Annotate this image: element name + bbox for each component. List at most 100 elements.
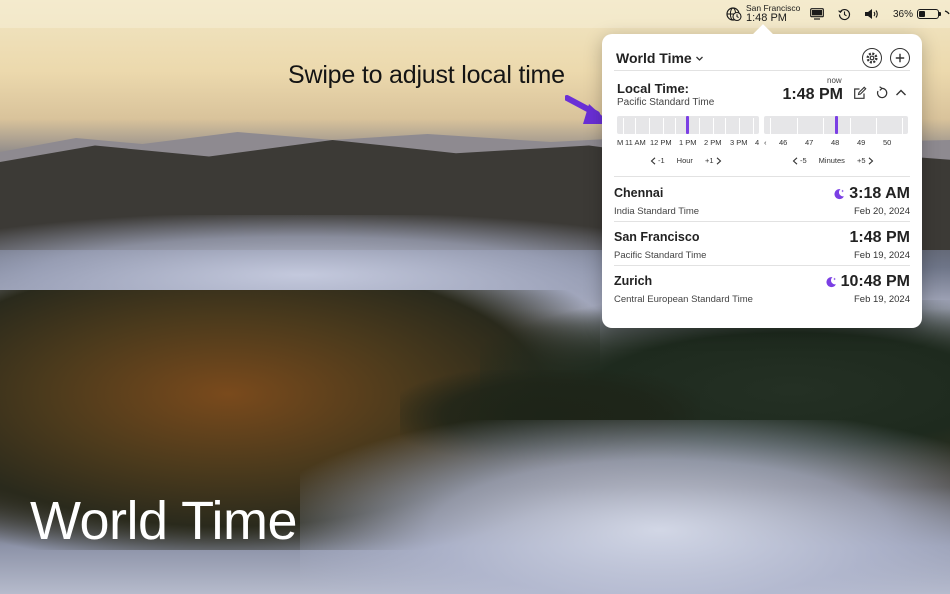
- volume-icon: [865, 9, 878, 19]
- chevron-left-icon[interactable]: [650, 156, 656, 165]
- minute-minus-button[interactable]: -5: [800, 156, 807, 165]
- chevron-right-icon[interactable]: [868, 156, 874, 165]
- swipe-caption: Swipe to adjust local time: [288, 61, 565, 89]
- minute-label: 50: [883, 138, 892, 147]
- city-row-zurich[interactable]: Zurich Central European Standard Time 10…: [614, 266, 910, 310]
- chevron-right-icon[interactable]: [716, 156, 722, 165]
- header-divider: [614, 70, 910, 71]
- hour-label: 3 PM: [730, 138, 748, 147]
- slider-tick: [753, 118, 754, 134]
- popover-header: World Time: [616, 48, 910, 68]
- minute-unit-label: Minutes: [818, 156, 845, 165]
- slider-tick: [663, 118, 664, 134]
- city-row-chennai[interactable]: Chennai India Standard Time 3:18 AM Feb …: [614, 178, 910, 222]
- minute-label: 47: [805, 138, 814, 147]
- slider-tick: [876, 118, 877, 134]
- city-time: 10:48 PM: [825, 273, 910, 291]
- moon-icon: [834, 189, 845, 200]
- world-time-popover: World Time Local Time: Pacific Standard …: [602, 24, 922, 328]
- hour-step-controls: -1 Hour +1: [650, 156, 722, 165]
- local-time-zone: Pacific Standard Time: [617, 97, 715, 108]
- menubar-world-time-value: 1:48 PM: [746, 12, 787, 25]
- slider-tick: [823, 118, 824, 134]
- menubar-history[interactable]: [838, 0, 851, 28]
- city-date: Feb 19, 2024: [854, 294, 910, 305]
- wallpaper-fog-lower: [300, 420, 950, 594]
- city-time: 1:48 PM: [850, 229, 910, 247]
- reset-icon[interactable]: [875, 86, 889, 100]
- minute-label: 49: [857, 138, 866, 147]
- settings-button[interactable]: [862, 48, 882, 68]
- minute-plus-button[interactable]: +5: [857, 156, 866, 165]
- display-icon: [810, 8, 824, 20]
- city-zone: Pacific Standard Time: [614, 250, 707, 261]
- city-time-value: 1:48 PM: [849, 229, 910, 246]
- city-date: Feb 20, 2024: [854, 206, 910, 217]
- globe-clock-icon: [726, 7, 742, 22]
- slider-tick: [649, 118, 650, 134]
- city-name: San Francisco: [614, 230, 700, 244]
- menubar-overflow-icon[interactable]: [944, 0, 950, 28]
- gear-icon: [866, 52, 878, 64]
- minute-label: 48: [831, 138, 840, 147]
- local-time-value: 1:48 PM: [782, 86, 843, 103]
- city-date: Feb 19, 2024: [854, 250, 910, 261]
- local-divider: [614, 176, 910, 177]
- menubar-world-city: San Francisco: [746, 2, 801, 13]
- city-zone: India Standard Time: [614, 206, 700, 217]
- hour-edge-left-label: M: [617, 138, 624, 147]
- slider-tick: [713, 118, 714, 134]
- moon-icon: [826, 277, 836, 288]
- city-time: 3:18 AM: [833, 185, 910, 203]
- menubar-volume[interactable]: [864, 0, 880, 28]
- minute-slider[interactable]: [764, 116, 908, 134]
- city-name: Chennai: [614, 186, 664, 200]
- edit-icon[interactable]: [853, 86, 867, 100]
- battery-icon: [917, 9, 942, 19]
- hour-label: 11 AM: [625, 138, 646, 147]
- hour-label: 2 PM: [704, 138, 722, 147]
- chevron-left-icon[interactable]: [792, 156, 798, 165]
- city-time-value: 10:48 PM: [840, 273, 910, 290]
- slider-tick: [725, 118, 726, 134]
- hour-slider[interactable]: [617, 116, 759, 134]
- hour-plus-button[interactable]: +1: [705, 156, 714, 165]
- hour-slider-marker[interactable]: [686, 116, 689, 134]
- city-zone: Central European Standard Time: [614, 294, 753, 305]
- slider-tick: [699, 118, 700, 134]
- menu-bar: San Francisco 1:48 PM 36%: [0, 0, 950, 28]
- hour-label: 12 PM: [650, 138, 672, 147]
- slider-tick: [770, 118, 771, 134]
- menubar-display[interactable]: [810, 0, 824, 28]
- hero-title: World Time: [30, 491, 298, 551]
- minute-slider-marker[interactable]: [835, 116, 838, 134]
- minute-edge-left-label: ‹: [764, 138, 767, 147]
- add-city-button[interactable]: [890, 48, 910, 68]
- chevron-up-icon[interactable]: [894, 86, 908, 100]
- menubar-battery[interactable]: 36%: [893, 0, 942, 28]
- minute-label: 46: [779, 138, 788, 147]
- hour-label: 1 PM: [679, 138, 697, 147]
- wifi-edge-icon: [944, 10, 950, 15]
- plus-icon: [895, 53, 905, 63]
- battery-percent: 36%: [893, 8, 914, 20]
- slider-tick: [797, 118, 798, 134]
- city-time-value: 3:18 AM: [849, 185, 910, 202]
- city-row-san-francisco[interactable]: San Francisco Pacific Standard Time 1:48…: [614, 222, 910, 266]
- hour-unit-label: Hour: [676, 156, 693, 165]
- chevron-down-icon[interactable]: [695, 54, 704, 63]
- history-icon: [838, 8, 851, 20]
- popover-title[interactable]: World Time: [616, 50, 692, 66]
- slider-tick: [635, 118, 636, 134]
- slider-tick: [675, 118, 676, 134]
- slider-tick: [739, 118, 740, 134]
- local-time-label: Local Time:: [617, 81, 690, 96]
- minute-step-controls: -5 Minutes +5: [792, 156, 874, 165]
- city-name: Zurich: [614, 274, 653, 288]
- slider-tick: [850, 118, 851, 134]
- slider-tick: [623, 118, 624, 134]
- hour-minus-button[interactable]: -1: [658, 156, 665, 165]
- now-tag: now: [827, 76, 842, 85]
- battery-fill: [919, 11, 926, 17]
- slider-tick: [902, 118, 903, 134]
